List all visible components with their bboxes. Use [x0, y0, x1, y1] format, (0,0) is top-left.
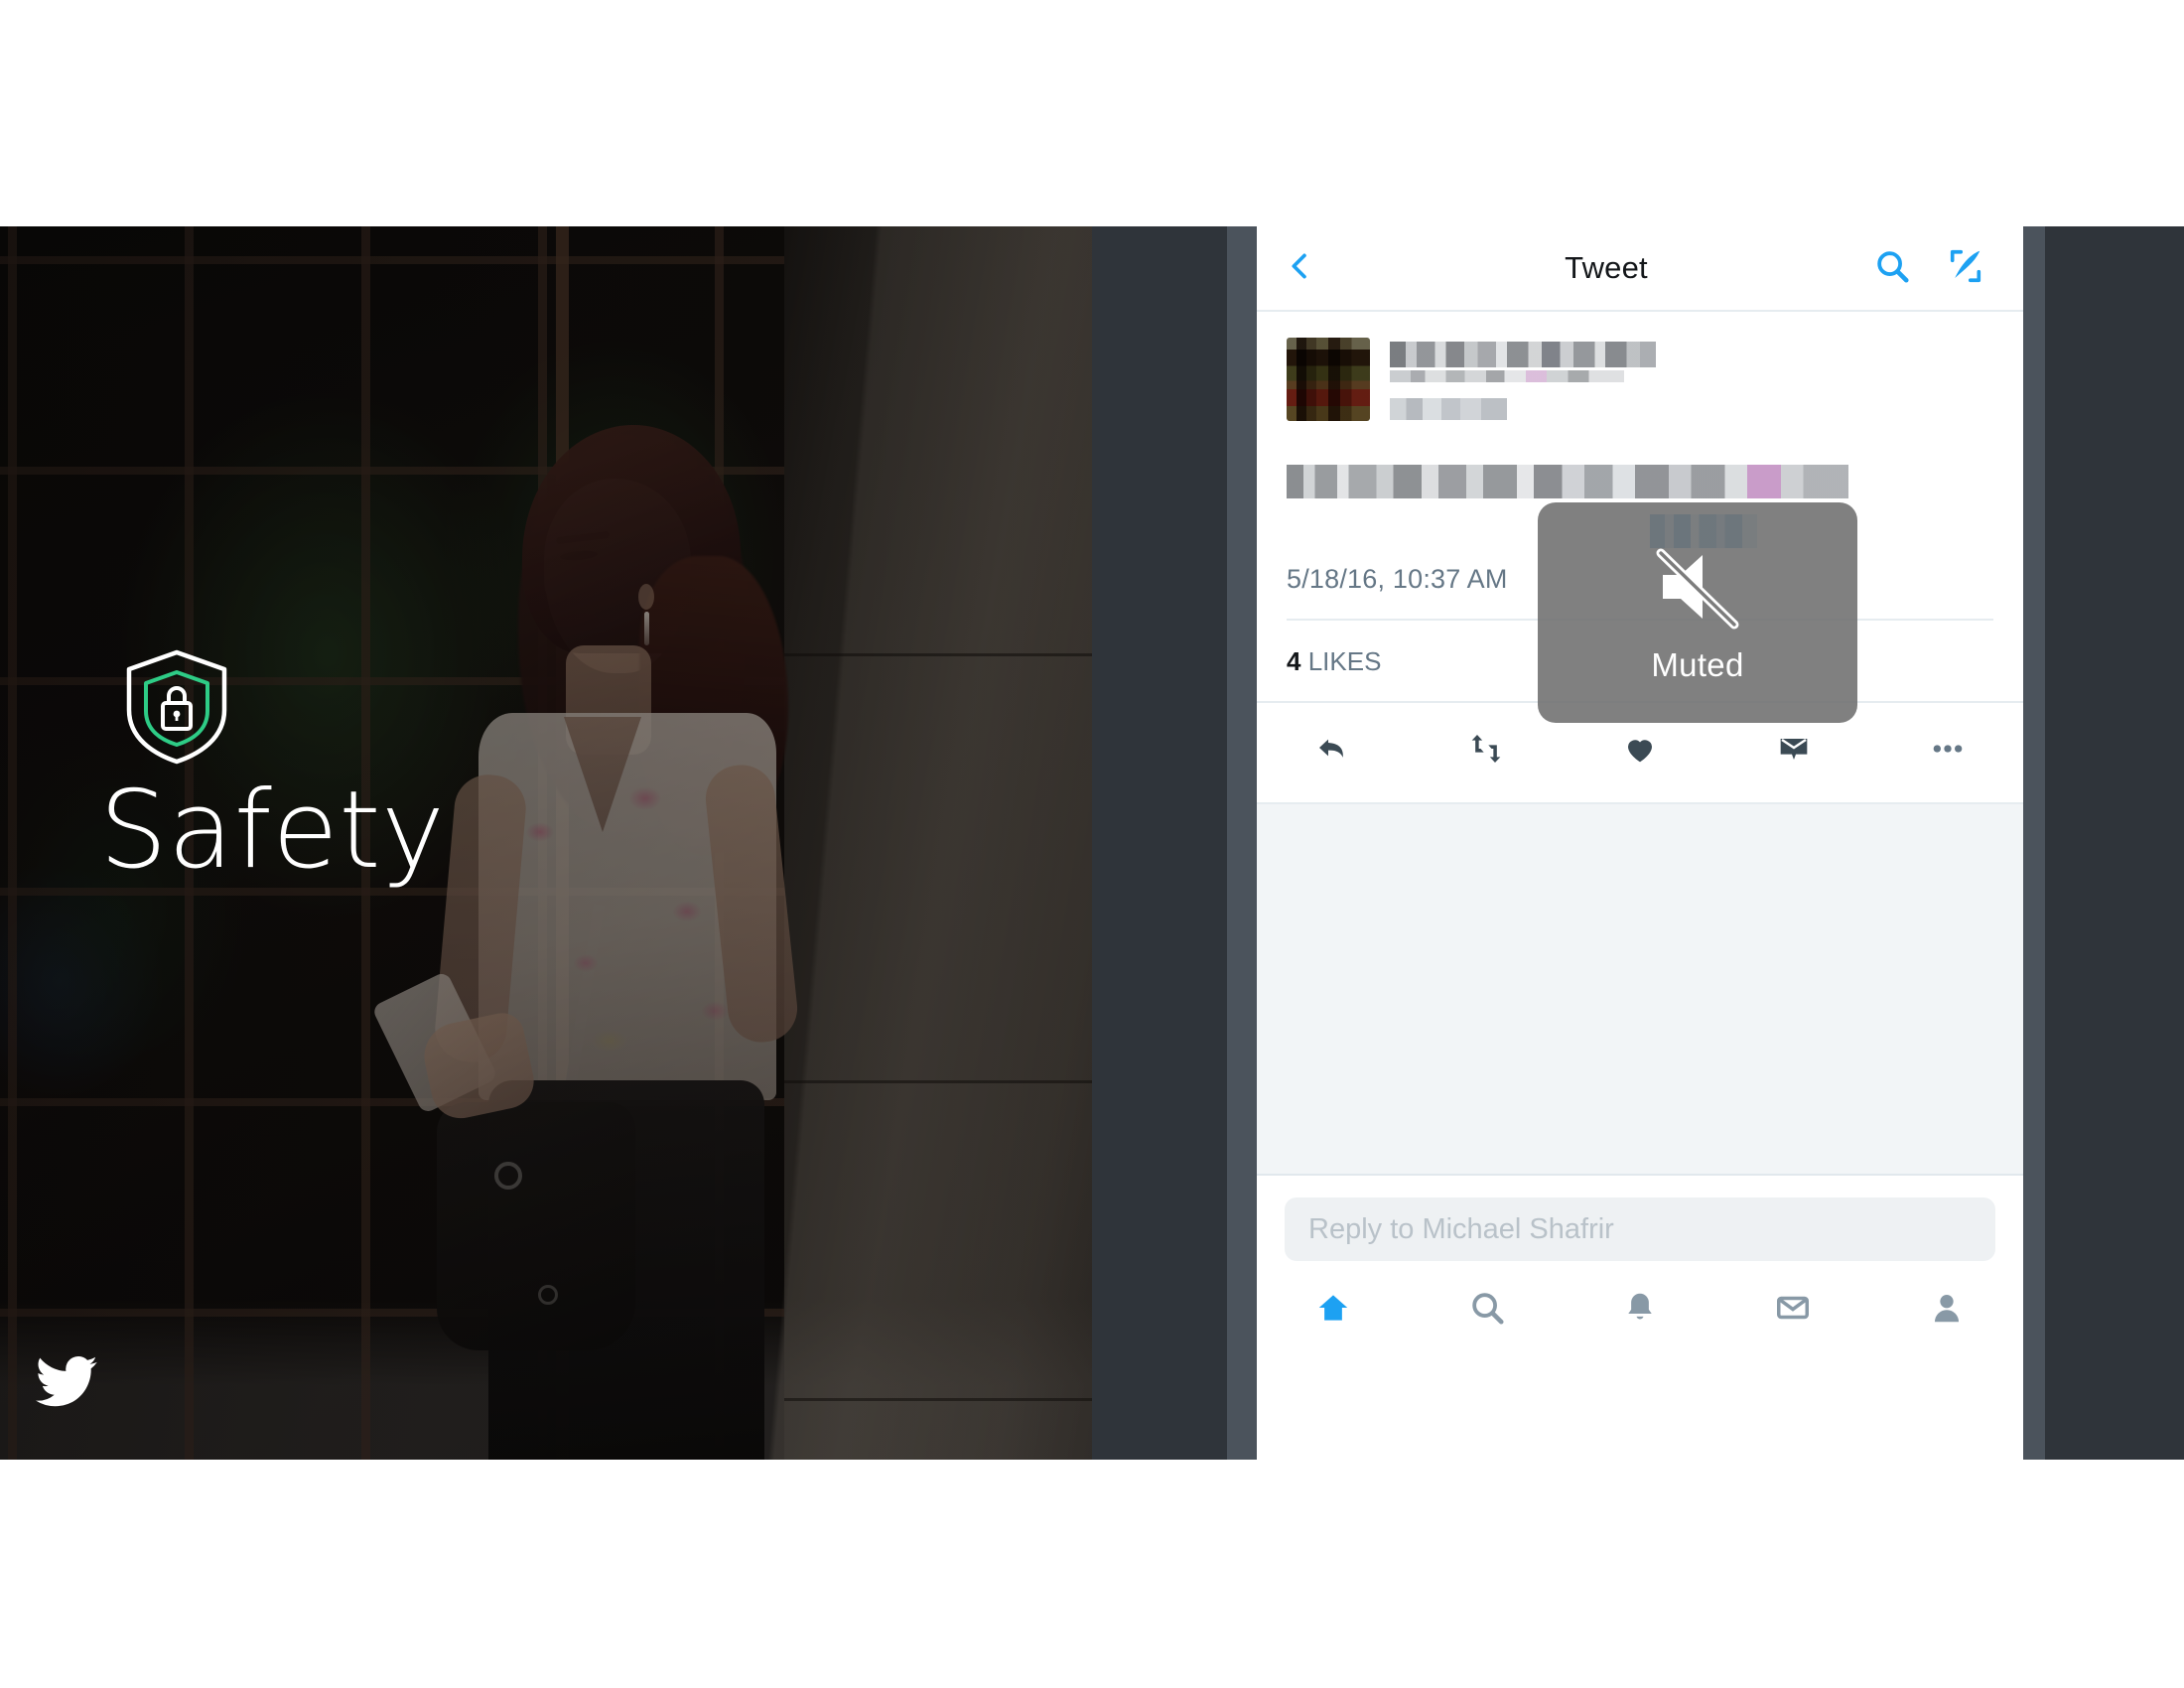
- search-icon: [1873, 247, 1911, 290]
- avatar[interactable]: [1287, 338, 1370, 421]
- author-handle: [1390, 398, 1507, 420]
- navbar-actions: [1870, 246, 2023, 290]
- more-action-button[interactable]: [1916, 725, 1979, 776]
- tweet-body-line-1: [1287, 465, 1848, 498]
- muted-toast-label: Muted: [1651, 646, 1744, 683]
- home-icon: [1318, 1295, 1348, 1321]
- tweet-author-row[interactable]: [1287, 338, 1993, 421]
- compose-quill-icon: [1947, 247, 1984, 290]
- screenshot-root: Safety Tweet 5/18/16, 10:37 AM 4 LIKES R…: [0, 0, 2184, 1688]
- search-icon: [1471, 1293, 1504, 1325]
- reply-input-placeholder: Reply to Michael Shafrir: [1308, 1212, 1614, 1245]
- phone-bezel-left: [1092, 226, 1227, 1460]
- likes-label: LIKES: [1307, 646, 1382, 676]
- compose-button[interactable]: [1944, 246, 1987, 290]
- envelope-icon: [1777, 1296, 1810, 1320]
- app-navbar: Tweet: [1257, 226, 2023, 312]
- phone-device: Tweet 5/18/16, 10:37 AM 4 LIKES Reply to…: [1092, 226, 2184, 1460]
- envelope-icon: [1774, 729, 1814, 774]
- shield-lock-icon: [125, 648, 228, 766]
- safety-hero-panel: Safety: [0, 226, 1092, 1460]
- retweet-icon: [1466, 729, 1506, 774]
- twitter-bird-icon: [30, 1350, 103, 1412]
- tweet-body-line: [1287, 465, 1993, 498]
- bottom-tab-bar: [1257, 1279, 2023, 1325]
- bell-icon: [1628, 1293, 1652, 1320]
- author-display-name: [1390, 342, 1656, 367]
- search-button[interactable]: [1870, 246, 1914, 290]
- tab-me[interactable]: [1912, 1289, 1981, 1325]
- muted-toast: Muted: [1538, 502, 1857, 723]
- page-title: Tweet: [1565, 250, 1648, 285]
- reply-composer: Reply to Michael Shafrir: [1257, 1176, 2023, 1279]
- profile-icon: [1934, 1295, 1959, 1323]
- likes-count: 4: [1287, 646, 1301, 676]
- phone-bezel-edge-right: [2023, 226, 2045, 1460]
- phone-bezel-edge-left: [1227, 226, 1257, 1460]
- retweet-action-button[interactable]: [1454, 725, 1518, 776]
- direct-message-action-button[interactable]: [1762, 725, 1826, 776]
- reply-input[interactable]: Reply to Michael Shafrir: [1285, 1197, 1995, 1261]
- hero-wordmark: Safety: [99, 769, 446, 893]
- chevron-left-icon: [1283, 249, 1316, 288]
- tab-search[interactable]: [1452, 1289, 1522, 1325]
- author-display-name-shadow: [1390, 370, 1624, 382]
- like-action-button[interactable]: [1608, 725, 1672, 776]
- phone-screen: Tweet 5/18/16, 10:37 AM 4 LIKES Reply to…: [1257, 226, 2023, 1460]
- tab-notifications[interactable]: [1605, 1289, 1675, 1325]
- phone-bezel-right: [2045, 226, 2184, 1460]
- author-name-block: [1390, 338, 1656, 420]
- hero-branding: Safety: [99, 648, 655, 885]
- muted-speaker-icon: [1639, 541, 1756, 633]
- ellipsis-icon: [1928, 729, 1968, 774]
- reply-arrow-icon: [1312, 729, 1352, 774]
- heart-icon: [1620, 729, 1660, 774]
- reply-action-button[interactable]: [1300, 725, 1364, 776]
- back-button[interactable]: [1257, 249, 1342, 288]
- tab-home[interactable]: [1298, 1289, 1368, 1325]
- tab-messages[interactable]: [1758, 1289, 1828, 1325]
- empty-replies-area: [1257, 804, 2023, 1176]
